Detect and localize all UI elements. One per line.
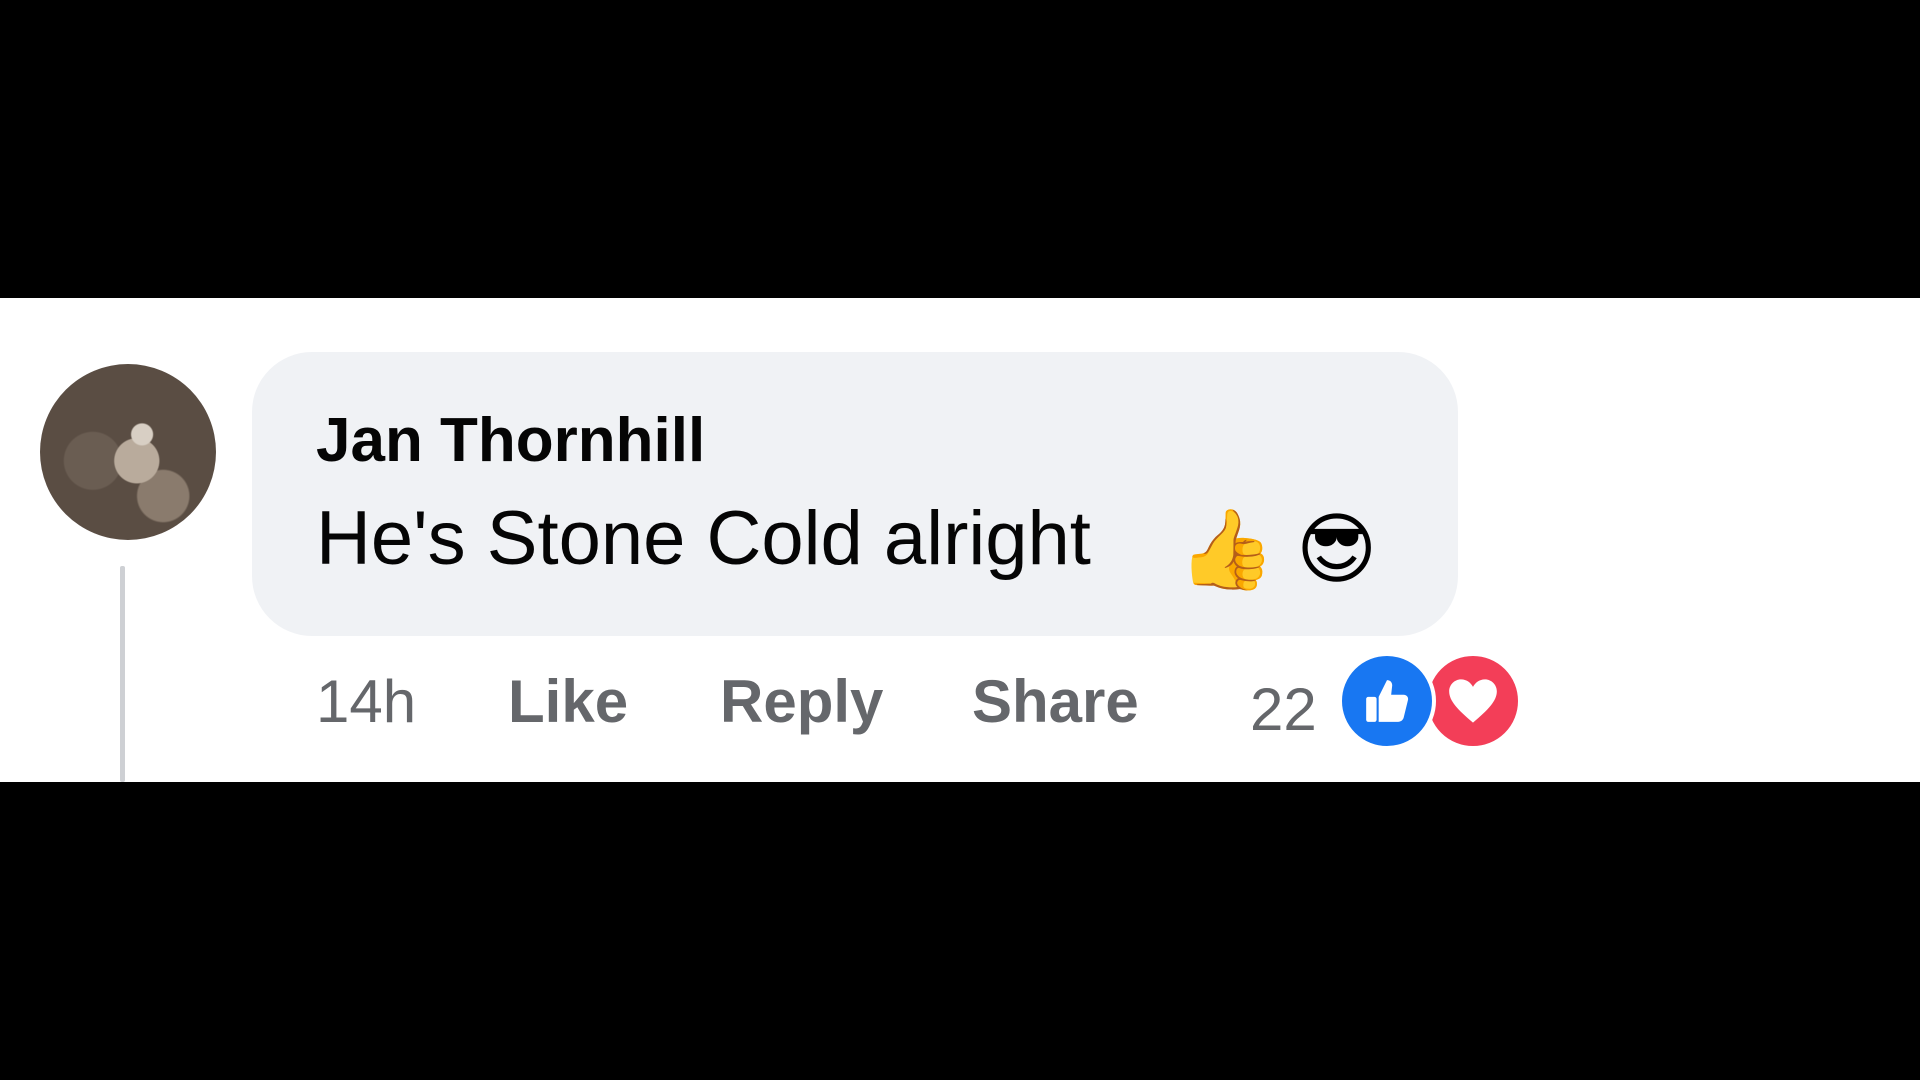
thread-line: [120, 566, 125, 782]
heart-icon[interactable]: [1424, 652, 1522, 750]
cool-sunglasses-emoji: 😎: [1296, 505, 1378, 593]
reaction-count[interactable]: 22: [1250, 670, 1317, 750]
like-icon[interactable]: [1338, 652, 1436, 750]
reply-button[interactable]: Reply: [720, 662, 883, 742]
comment-timestamp[interactable]: 14h: [316, 662, 416, 742]
avatar[interactable]: [40, 364, 216, 540]
comment-text: He's Stone Cold alright: [316, 496, 1091, 581]
comment-author[interactable]: Jan Thornhill: [316, 406, 705, 476]
thumbs-up-emoji: 👍: [1178, 505, 1276, 593]
like-button[interactable]: Like: [508, 662, 628, 742]
share-button[interactable]: Share: [972, 662, 1139, 742]
